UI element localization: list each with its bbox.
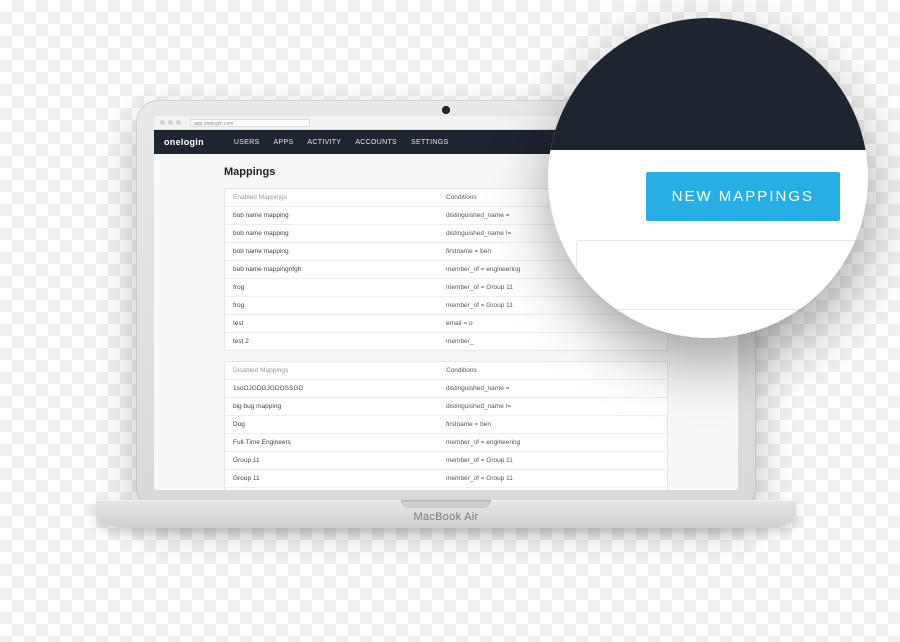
nav-users[interactable]: USERS [234,139,260,146]
cell-cond: member_of = engineering [446,439,659,446]
table-row[interactable]: big bug mappingdistinguished_name != [225,398,667,416]
disabled-header-cond: Conditions [446,367,659,374]
magnifier-body: NEW MAPPINGS [548,150,868,243]
nav-activity[interactable]: ACTIVITY [307,139,341,146]
laptop-base: MacBook Air [96,500,796,528]
cell-name: test 2 [233,338,446,345]
cell-cond: member_of = Group 11 [446,457,659,464]
cell-cond: member_of = Group 11 [446,475,659,482]
cell-name: bob name mapping [233,248,446,255]
disabled-table-header: Disabled Mappings Conditions [225,362,667,380]
table-row[interactable]: test 2member_ [225,333,667,350]
disabled-mappings-table: Disabled Mappings Conditions 1soOJGDGJGD… [224,361,668,490]
table-row[interactable]: Group 11member_of = Group 11 [225,470,667,488]
new-mappings-button[interactable]: NEW MAPPINGS [646,172,840,221]
cell-name: bob name mapping [233,212,446,219]
cell-name: bob name mappingnfgh [233,266,446,273]
url-bar[interactable]: app.onelogin.com [190,119,310,127]
nav-apps[interactable]: APPS [274,139,294,146]
table-row[interactable]: Dogfirstname = ben [225,416,667,434]
magnifier-panel-edge [576,240,856,310]
cell-cond: email = o [446,320,659,327]
cell-name: Full-Time Engineers [233,439,446,446]
traffic-light-min-icon[interactable] [168,120,173,125]
cell-name: Dog [233,421,446,428]
cell-name: Group 11 [233,457,446,464]
cell-name: Group 11 [233,475,446,482]
cell-name: bob name mapping [233,230,446,237]
traffic-light-close-icon[interactable] [160,120,165,125]
enabled-header-name: Enabled Mappings [233,194,446,201]
device-label: MacBook Air [96,511,796,523]
table-row[interactable]: 1soOJGDGJGDOSSGDdistinguished_name = [225,380,667,398]
table-row[interactable]: HOLY MAPPINGdistinguished_name = cat [225,488,667,490]
nav-settings[interactable]: SETTINGS [411,139,448,146]
magnifier-circle: NEW MAPPINGS [548,18,868,338]
cell-name: big bug mapping [233,403,446,410]
cell-name: 1soOJGDGJGDOSSGD [233,385,446,392]
table-row[interactable]: Group 11member_of = Group 11 [225,452,667,470]
nav-accounts[interactable]: ACCOUNTS [355,139,397,146]
table-row[interactable]: Full-Time Engineersmember_of = engineeri… [225,434,667,452]
cell-cond: firstname = ben [446,421,659,428]
laptop-notch [401,500,491,508]
magnifier-header-bg [548,18,868,150]
cell-cond: distinguished_name = [446,385,659,392]
disabled-header-name: Disabled Mappings [233,367,446,374]
brand-logo[interactable]: onelogin [164,137,204,147]
camera-icon [443,107,449,113]
table-row[interactable]: testemail = o [225,315,667,333]
cell-name: frog [233,284,446,291]
cell-cond: member_ [446,338,659,345]
cell-name: test [233,320,446,327]
cell-cond: distinguished_name != [446,403,659,410]
cell-name: frog [233,302,446,309]
traffic-light-max-icon[interactable] [176,120,181,125]
